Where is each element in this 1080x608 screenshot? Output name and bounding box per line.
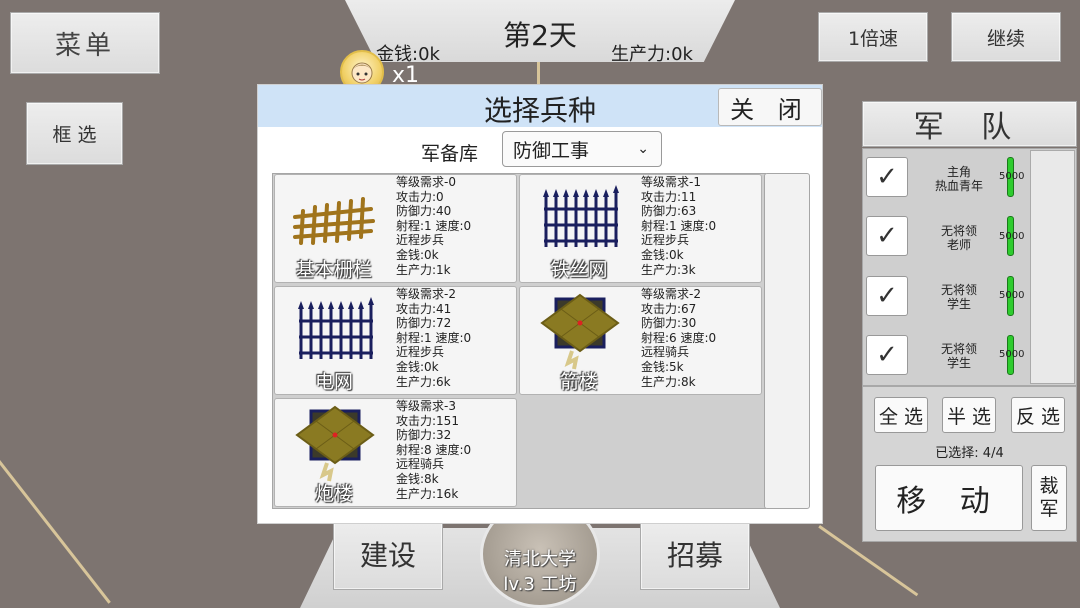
disband-button[interactable]: 裁 军 bbox=[1031, 465, 1067, 531]
box-select-button[interactable]: 框 选 bbox=[26, 102, 123, 165]
unit-hp-value: 5000 bbox=[999, 349, 1025, 360]
unit-checkbox[interactable]: ✓ bbox=[866, 335, 908, 375]
unit-card[interactable]: 炮楼 等级需求-3 攻击力:151 防御力:32 射程:8 速度:0 远程骑兵 金钱:… bbox=[274, 398, 517, 507]
army-title: 军 队 bbox=[862, 101, 1077, 147]
move-button[interactable]: 移 动 bbox=[875, 465, 1023, 531]
unit-card-name: 基本栅栏 bbox=[295, 259, 372, 281]
unit-label: 无将领 老师 bbox=[940, 224, 977, 252]
army-scrollbar[interactable] bbox=[1030, 150, 1075, 384]
wire-fence-icon bbox=[543, 185, 619, 247]
close-button[interactable]: 关 闭 bbox=[718, 88, 822, 126]
unit-grid: 基本栅栏 等级需求-0 攻击力:0 防御力:40 射程:1 速度:0 近程步兵 金钱:… bbox=[272, 173, 766, 509]
unit-checkbox[interactable]: ✓ bbox=[866, 276, 908, 316]
unit-card-stats: 等级需求-1 攻击力:11 防御力:63 射程:1 速度:0 近程步兵 金钱:0k 生… bbox=[641, 175, 717, 277]
unit-hp-value: 5000 bbox=[999, 290, 1025, 301]
build-button[interactable]: 建设 bbox=[333, 518, 443, 590]
unit-card-stats: 等级需求-3 攻击力:151 防御力:32 射程:8 速度:0 远程骑兵 金钱:8k … bbox=[396, 399, 472, 501]
arrow-tower-icon bbox=[540, 293, 620, 370]
unit-checkbox[interactable]: ✓ bbox=[866, 157, 908, 197]
unit-label: 主角 热血青年 bbox=[934, 165, 983, 193]
recruit-button[interactable]: 招募 bbox=[640, 518, 750, 590]
unit-card-stats: 等级需求-2 攻击力:41 防御力:72 射程:1 速度:0 近程步兵 金钱:0k 生… bbox=[396, 287, 472, 389]
unit-card-name: 炮楼 bbox=[314, 483, 353, 505]
selected-count: 已选择: 4/4 bbox=[935, 446, 1004, 461]
unit-label: 无将领 学生 bbox=[940, 283, 977, 311]
hero-face-icon bbox=[351, 62, 373, 84]
select-invert-button[interactable]: 反 选 bbox=[1011, 397, 1065, 433]
unit-card-stats: 等级需求-0 攻击力:0 防御力:40 射程:1 速度:0 近程步兵 金钱:0k 生产… bbox=[396, 175, 472, 277]
unit-card-name: 箭楼 bbox=[559, 371, 598, 393]
menu-button[interactable]: 菜单 bbox=[10, 12, 160, 74]
speed-button[interactable]: 1倍速 bbox=[818, 12, 928, 62]
unit-card[interactable]: 箭楼 等级需求-2 攻击力:67 防御力:30 射程:6 速度:0 远程骑兵 金钱:5… bbox=[519, 286, 762, 395]
continue-button[interactable]: 继续 bbox=[951, 12, 1061, 62]
unit-hp-value: 5000 bbox=[999, 171, 1025, 182]
unit-card-name: 电网 bbox=[314, 371, 353, 393]
armory-selected-value: 防御工事 bbox=[513, 139, 590, 162]
campus-name: 清北大学 bbox=[504, 549, 576, 570]
select-all-button[interactable]: 全 选 bbox=[874, 397, 928, 433]
armory-dropdown[interactable]: 防御工事 ⌄ bbox=[502, 131, 662, 167]
cannon-tower-icon bbox=[295, 405, 375, 482]
unit-label: 无将领 学生 bbox=[940, 342, 977, 370]
unit-select-modal: 选择兵种 关 闭 军备库 防御工事 ⌄ 基本栅栏 等级需求-0 攻击力:0 防御力… bbox=[257, 84, 823, 524]
campus-level: lv.3 工坊 bbox=[503, 574, 577, 595]
electric-fence-icon bbox=[298, 297, 374, 359]
wooden-fence-icon bbox=[293, 197, 375, 245]
unit-card-stats: 等级需求-2 攻击力:67 防御力:30 射程:6 速度:0 远程骑兵 金钱:5k 生… bbox=[641, 287, 717, 389]
day-counter: 第2天 bbox=[503, 19, 577, 52]
unit-card[interactable]: 电网 等级需求-2 攻击力:41 防御力:72 射程:1 速度:0 近程步兵 金钱:0… bbox=[274, 286, 517, 395]
unit-card-name: 铁丝网 bbox=[550, 259, 608, 281]
unit-card[interactable]: 基本栅栏 等级需求-0 攻击力:0 防御力:40 射程:1 速度:0 近程步兵 金钱:… bbox=[274, 174, 517, 283]
road-line bbox=[0, 460, 111, 604]
armory-label: 军备库 bbox=[421, 143, 479, 165]
select-half-button[interactable]: 半 选 bbox=[942, 397, 996, 433]
productivity-display: 生产力:0k bbox=[611, 44, 693, 65]
army-controls: 全 选 半 选 反 选 已选择: 4/4 移 动 裁 军 bbox=[862, 386, 1077, 542]
unit-checkbox[interactable]: ✓ bbox=[866, 216, 908, 256]
unit-grid-scrollbar[interactable] bbox=[764, 173, 810, 509]
unit-hp-value: 5000 bbox=[999, 231, 1025, 242]
unit-card[interactable]: 铁丝网 等级需求-1 攻击力:11 防御力:63 射程:1 速度:0 近程步兵 金钱:… bbox=[519, 174, 762, 283]
chevron-down-icon: ⌄ bbox=[637, 141, 649, 157]
